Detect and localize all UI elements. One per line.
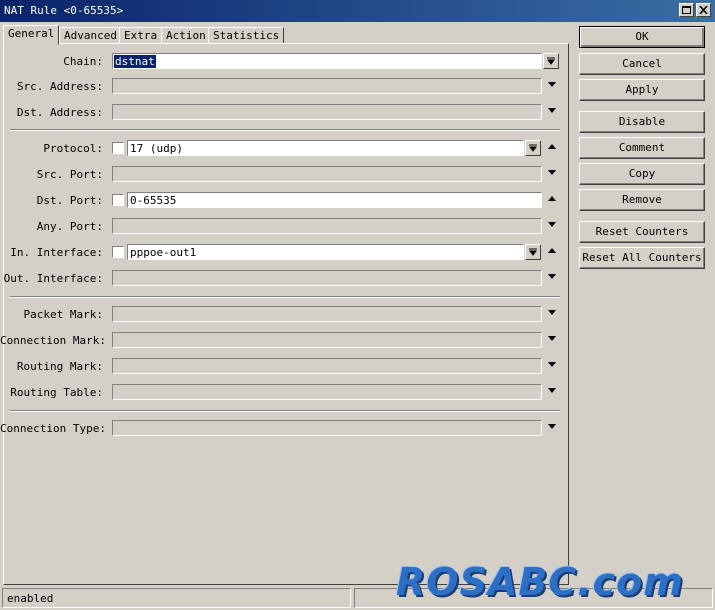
routing-table-label: Routing Table: bbox=[10, 386, 103, 399]
out-interface-label: Out. Interface: bbox=[3, 272, 103, 285]
window-title: NAT Rule <0-65535> bbox=[4, 4, 124, 17]
in-interface-field[interactable]: pppoe-out1 bbox=[127, 244, 524, 260]
in-interface-value: pppoe-out1 bbox=[130, 246, 197, 259]
packet-mark-label: Packet Mark: bbox=[23, 308, 103, 321]
up-arrow-icon[interactable] bbox=[545, 193, 559, 207]
dropdown-arrow-icon[interactable] bbox=[545, 359, 559, 373]
routing-mark-label: Routing Mark: bbox=[16, 360, 103, 373]
dropdown-arrow-icon[interactable] bbox=[545, 167, 559, 181]
protocol-field[interactable]: 17 (udp) bbox=[127, 140, 524, 156]
dropdown-arrow-icon[interactable] bbox=[545, 79, 559, 93]
src-address-field[interactable] bbox=[112, 78, 542, 94]
dst-address-field[interactable] bbox=[112, 104, 542, 120]
src-port-field[interactable] bbox=[112, 166, 542, 182]
dropdown-arrow-icon[interactable] bbox=[545, 271, 559, 285]
out-interface-field[interactable] bbox=[112, 270, 542, 286]
separator bbox=[10, 410, 560, 412]
dropdown-arrow-icon[interactable] bbox=[525, 140, 541, 156]
ok-button[interactable]: OK bbox=[579, 26, 705, 48]
dropdown-arrow-icon[interactable] bbox=[543, 53, 559, 69]
cancel-button[interactable]: Cancel bbox=[579, 53, 705, 75]
dst-port-negate-checkbox[interactable] bbox=[112, 194, 124, 206]
separator bbox=[10, 129, 560, 131]
dropdown-arrow-icon[interactable] bbox=[545, 307, 559, 321]
chain-value: dstnat bbox=[114, 55, 156, 68]
any-port-label: Any. Port: bbox=[36, 220, 103, 233]
connection-type-field[interactable] bbox=[112, 420, 542, 436]
status-text: enabled bbox=[7, 592, 54, 605]
up-arrow-icon[interactable] bbox=[545, 141, 559, 155]
separator bbox=[10, 296, 560, 298]
any-port-field[interactable] bbox=[112, 218, 542, 234]
routing-mark-field[interactable] bbox=[112, 358, 542, 374]
dropdown-arrow-icon[interactable] bbox=[545, 333, 559, 347]
dropdown-arrow-icon[interactable] bbox=[545, 219, 559, 233]
connection-mark-field[interactable] bbox=[112, 332, 542, 348]
in-interface-negate-checkbox[interactable] bbox=[112, 246, 124, 258]
dst-port-label: Dst. Port: bbox=[36, 194, 103, 207]
comment-button[interactable]: Comment bbox=[579, 137, 705, 159]
routing-table-field[interactable] bbox=[112, 384, 542, 400]
src-address-label: Src. Address: bbox=[16, 80, 103, 93]
dst-address-label: Dst. Address: bbox=[16, 106, 103, 119]
reset-counters-button[interactable]: Reset Counters bbox=[579, 221, 705, 243]
tab-extra[interactable]: Extra bbox=[119, 27, 163, 44]
protocol-value: 17 (udp) bbox=[130, 142, 183, 155]
tab-advanced[interactable]: Advanced bbox=[59, 27, 122, 44]
disable-button[interactable]: Disable bbox=[579, 111, 705, 133]
remove-button[interactable]: Remove bbox=[579, 189, 705, 211]
window-titlebar[interactable]: NAT Rule <0-65535> bbox=[0, 0, 715, 22]
src-port-label: Src. Port: bbox=[36, 168, 103, 181]
chain-label: Chain: bbox=[63, 55, 103, 68]
dropdown-arrow-icon[interactable] bbox=[545, 421, 559, 435]
chain-field[interactable]: dstnat bbox=[112, 53, 542, 69]
tab-general[interactable]: General bbox=[3, 25, 60, 45]
apply-button[interactable]: Apply bbox=[579, 79, 705, 101]
restore-icon[interactable] bbox=[679, 3, 694, 17]
in-interface-label: In. Interface: bbox=[10, 246, 103, 259]
reset-all-counters-button[interactable]: Reset All Counters bbox=[579, 247, 705, 269]
watermark-logo: ROSABC.com bbox=[396, 560, 684, 604]
dropdown-arrow-icon[interactable] bbox=[545, 105, 559, 119]
close-icon[interactable] bbox=[696, 3, 711, 17]
up-arrow-icon[interactable] bbox=[545, 245, 559, 259]
copy-button[interactable]: Copy bbox=[579, 163, 705, 185]
connection-type-label: Connection Type: bbox=[0, 422, 106, 435]
status-cell: enabled bbox=[2, 588, 351, 608]
dst-port-field[interactable]: 0-65535 bbox=[127, 192, 542, 208]
packet-mark-field[interactable] bbox=[112, 306, 542, 322]
dst-port-value: 0-65535 bbox=[130, 194, 177, 207]
tab-statistics[interactable]: Statistics bbox=[208, 27, 285, 44]
dropdown-arrow-icon[interactable] bbox=[525, 244, 541, 260]
connection-mark-label: Connection Mark: bbox=[0, 334, 106, 347]
protocol-negate-checkbox[interactable] bbox=[112, 142, 124, 154]
protocol-label: Protocol: bbox=[43, 142, 103, 155]
dropdown-arrow-icon[interactable] bbox=[545, 385, 559, 399]
tab-action[interactable]: Action bbox=[161, 27, 211, 44]
